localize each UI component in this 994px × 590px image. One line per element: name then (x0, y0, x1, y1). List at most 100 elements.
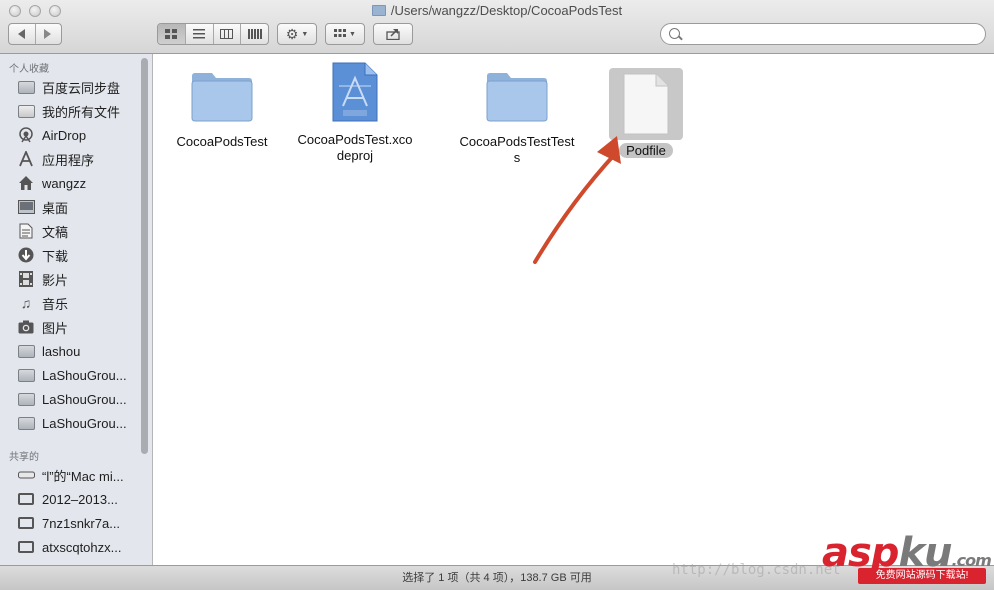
action-button[interactable]: ⚙ ▼ (277, 23, 317, 45)
sidebar-item-movies[interactable]: 影片 (16, 268, 138, 290)
sidebar-item-label: 2012–2013... (42, 491, 118, 507)
sidebar-item-shared-atxs[interactable]: atxscqtohzx... (16, 536, 138, 558)
window-title: /Users/wangzz/Desktop/CocoaPodsTest (0, 3, 994, 18)
sidebar-item-home[interactable]: wangzz (16, 172, 138, 194)
coverflow-icon (247, 29, 262, 39)
sidebar: 个人收藏 百度云同步盘 我的所有文件 AirDrop 应用程序 wangzz 桌… (0, 54, 153, 565)
movies-icon (16, 271, 36, 287)
sidebar-item-label: 音乐 (42, 296, 69, 312)
file-name-line: deproj (336, 148, 374, 163)
folder-icon (16, 367, 36, 383)
shared-header: 共享的 (9, 452, 39, 463)
sidebar-item-label: atxscqtohzx... (42, 539, 122, 555)
arrange-icon (334, 29, 347, 37)
watermark-text: http://blog.csdn.net (672, 562, 841, 578)
list-icon (193, 29, 206, 39)
sidebar-item-label: 百度云同步盘 (42, 80, 121, 96)
sidebar-item-lashougroup-1[interactable]: LaShouGrou... (16, 364, 138, 386)
file-browser: CocoaPodsTest CocoaPodsTest.xco deproj C… (153, 54, 994, 565)
file-item[interactable]: CocoaPodsTest.xco deproj (294, 62, 416, 164)
home-icon (16, 175, 36, 191)
folder-icon (16, 391, 36, 407)
sidebar-item-label: 下载 (42, 248, 69, 264)
finder-window: /Users/wangzz/Desktop/CocoaPodsTest ⚙ ▼ … (0, 0, 994, 590)
gear-icon: ⚙ (285, 25, 299, 42)
annotation-arrow (533, 136, 621, 264)
desktop-icon (16, 199, 36, 215)
sidebar-item-label: 桌面 (42, 200, 69, 216)
sidebar-scrollbar[interactable] (141, 58, 148, 454)
sidebar-item-airdrop[interactable]: AirDrop (16, 124, 138, 146)
documents-icon (16, 223, 36, 239)
applications-icon (16, 151, 36, 167)
logo-tagline: 免费网站源码下载站! (858, 568, 986, 584)
search-icon (669, 28, 680, 39)
forward-button[interactable] (36, 24, 62, 44)
sidebar-item-applications[interactable]: 应用程序 (16, 148, 138, 170)
folder-icon (16, 415, 36, 431)
list-view-button[interactable] (186, 24, 214, 44)
sidebar-item-lashougroup-2[interactable]: LaShouGrou... (16, 388, 138, 410)
folder-icon (16, 343, 36, 359)
mac-mini-icon (16, 467, 36, 483)
sidebar-item-label: lashou (42, 343, 81, 359)
all-files-icon (16, 103, 36, 119)
sidebar-item-label: AirDrop (42, 127, 87, 143)
share-icon (386, 29, 400, 40)
sidebar-item-downloads[interactable]: 下载 (16, 244, 138, 266)
sidebar-item-label: LaShouGrou... (42, 367, 127, 383)
navigation-buttons (8, 23, 62, 45)
file-name: CocoaPodsTest.xco deproj (294, 132, 416, 164)
sidebar-item-label: LaShouGrou... (42, 391, 127, 407)
forward-arrow-icon (44, 29, 52, 39)
sidebar-item-pictures[interactable]: 图片 (16, 316, 138, 338)
toolbar: /Users/wangzz/Desktop/CocoaPodsTest ⚙ ▼ … (0, 0, 994, 54)
share-button[interactable] (373, 23, 413, 45)
back-button[interactable] (9, 24, 36, 44)
sidebar-item-label: 图片 (42, 320, 69, 336)
view-mode-control (157, 23, 269, 45)
file-item[interactable]: CocoaPodsTest (171, 68, 273, 150)
favorites-header: 个人收藏 (9, 64, 49, 75)
folder-icon (191, 73, 253, 122)
sidebar-item-lashou[interactable]: lashou (16, 340, 138, 362)
column-view-button[interactable] (214, 24, 242, 44)
sidebar-item-shared-mac-mini[interactable]: “l”的“Mac mi... (16, 464, 138, 486)
downloads-icon (16, 247, 36, 263)
file-name-line: CocoaPodsTest.xco (297, 132, 413, 147)
columns-icon (220, 29, 234, 39)
sidebar-item-shared-7nz1[interactable]: 7nz1snkr7a... (16, 512, 138, 534)
music-icon: ♫ (20, 295, 32, 311)
coverflow-view-button[interactable] (241, 24, 268, 44)
sidebar-item-label: 我的所有文件 (42, 104, 121, 120)
sidebar-item-shared-2012[interactable]: 2012–2013... (16, 488, 138, 510)
dropdown-caret-icon: ▼ (301, 30, 309, 38)
sidebar-item-label: “l”的“Mac mi... (42, 468, 124, 484)
dropdown-caret-icon: ▼ (349, 30, 356, 38)
search-field[interactable] (660, 23, 986, 45)
monitor-icon (16, 515, 36, 531)
icon-view-button[interactable] (158, 24, 186, 44)
sidebar-item-label: wangzz (42, 175, 87, 191)
pictures-icon (16, 319, 36, 335)
folder-icon (16, 79, 36, 95)
sidebar-item-baidu[interactable]: 百度云同步盘 (16, 76, 138, 98)
sidebar-item-all-files[interactable]: 我的所有文件 (16, 100, 138, 122)
path-title: /Users/wangzz/Desktop/CocoaPodsTest (390, 3, 623, 18)
sidebar-item-documents[interactable]: 文稿 (16, 220, 138, 242)
sidebar-item-lashougroup-3[interactable]: LaShouGrou... (16, 412, 138, 434)
sidebar-item-label: 7nz1snkr7a... (42, 515, 121, 531)
folder-icon (371, 5, 386, 16)
file-name: CocoaPodsTest (176, 134, 268, 149)
sidebar-item-music[interactable]: ♫ 音乐 (16, 292, 138, 314)
back-arrow-icon (17, 29, 25, 39)
sidebar-item-label: LaShouGrou... (42, 415, 127, 431)
arrange-button[interactable]: ▼ (325, 23, 365, 45)
grid-icon (165, 28, 178, 39)
sidebar-item-label: 影片 (42, 272, 69, 288)
folder-icon (486, 73, 548, 122)
monitor-icon (16, 539, 36, 555)
sidebar-item-desktop[interactable]: 桌面 (16, 196, 138, 218)
xcodeproj-icon (332, 62, 378, 122)
monitor-icon (16, 491, 36, 507)
